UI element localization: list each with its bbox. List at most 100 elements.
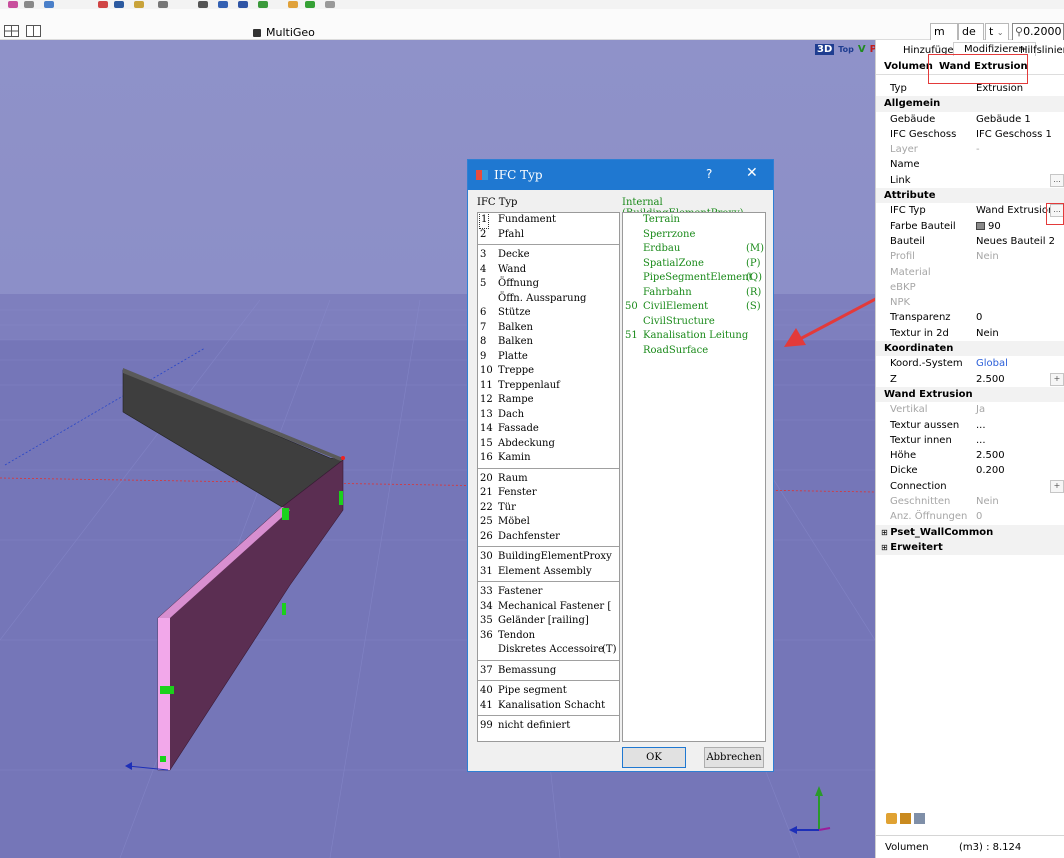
property-value[interactable]: Gebäude 1 [976, 112, 1031, 127]
property-value[interactable]: Nein [976, 249, 999, 264]
tool-icon[interactable] [114, 1, 124, 8]
property-row[interactable]: Textur innen... [876, 433, 1064, 448]
ifc-type-item[interactable]: Öffn. Aussparung [478, 292, 619, 307]
ifc-type-item[interactable]: 40 Pipe segment [478, 684, 619, 699]
ifc-type-item[interactable]: 5 Öffnung [478, 277, 619, 292]
language-dropdown[interactable]: de ⌄ [958, 23, 984, 50]
ifc-type-item[interactable]: 6 Stütze [478, 306, 619, 321]
ifc-type-item[interactable]: 31 Element Assembly [478, 565, 619, 580]
precision-field[interactable]: ⚲0.2000 [1012, 23, 1064, 41]
tool-icon[interactable] [305, 1, 315, 8]
property-row[interactable]: Farbe Bauteil 90 [876, 219, 1064, 234]
ifc-type-item[interactable]: 4 Wand [478, 263, 619, 278]
internal-type-item[interactable]: 51 Kanalisation Leitung [623, 329, 765, 344]
grip-handle[interactable] [339, 491, 343, 505]
property-row[interactable]: NPK [876, 295, 1064, 310]
property-value[interactable]: - [976, 142, 980, 157]
property-value[interactable]: 90 [976, 219, 1001, 234]
ifc-type-item[interactable]: 22 Tür [478, 501, 619, 516]
property-value[interactable]: 0 [976, 509, 982, 524]
ifc-type-item[interactable]: 35 Geländer [railing] [478, 614, 619, 629]
unit-dropdown[interactable]: m ⌄ [930, 23, 958, 50]
property-value[interactable]: 0 [976, 310, 982, 325]
help-button[interactable]: ? [706, 167, 712, 181]
tool-icon[interactable] [218, 1, 228, 8]
ifc-type-item[interactable]: 11 Treppenlauf [478, 379, 619, 394]
property-value[interactable]: ... [976, 433, 986, 448]
ifc-type-item[interactable]: 3 Decke [478, 248, 619, 263]
expand-plus-icon[interactable]: ⊞ [881, 543, 890, 552]
property-row[interactable]: IFC Typ Wand Extrusion... [876, 203, 1064, 218]
property-row[interactable]: Höhe 2.500 [876, 448, 1064, 463]
grip-handle[interactable] [282, 508, 289, 520]
property-group-collapsed[interactable]: ⊞ Erweitert [876, 539, 1064, 556]
property-row[interactable]: Bauteil Neues Bauteil 2 [876, 234, 1064, 249]
property-row[interactable]: Connection + [876, 479, 1064, 494]
ifc-type-item[interactable]: 12 Rampe [478, 393, 619, 408]
ifc-type-item[interactable]: 15 Abdeckung [478, 437, 619, 452]
internal-type-item[interactable]: Terrain [623, 213, 765, 228]
property-value[interactable]: Ja [976, 402, 985, 417]
view-3d-button[interactable]: 3D [815, 44, 835, 55]
tool-icon[interactable] [8, 1, 18, 8]
property-row[interactable]: Textur in 2d Nein [876, 326, 1064, 341]
ifc-type-item[interactable]: 10 Treppe [478, 364, 619, 379]
property-row[interactable]: Gebäude Gebäude 1 [876, 112, 1064, 127]
corner-point[interactable] [341, 456, 345, 460]
property-edit-button[interactable]: + [1050, 479, 1064, 493]
property-row[interactable]: Transparenz 0 [876, 310, 1064, 325]
subtab-volumen[interactable]: Volumen [884, 61, 933, 72]
tool-icon[interactable] [288, 1, 298, 8]
ifc-type-item[interactable]: 1 Fundament [478, 213, 619, 229]
property-value[interactable]: Nein [976, 326, 999, 341]
property-row[interactable]: Vertikal Ja [876, 402, 1064, 417]
property-row[interactable]: Link... [876, 173, 1064, 188]
internal-type-item[interactable]: SpatialZone (P) [623, 257, 765, 272]
ifc-type-item[interactable]: 16 Kamin [478, 451, 619, 466]
internal-type-list[interactable]: Terrain Sperrzone Erdbau (M) SpatialZone (P) P… [622, 212, 766, 742]
internal-type-item[interactable]: PipeSegmentElement (Q) [623, 271, 765, 286]
tool-icon[interactable] [98, 1, 108, 8]
ifc-type-list[interactable]: 1 Fundament 2 Pfahl 3 Decke 4 Wand 5 Öffnung Öffn.… [477, 212, 620, 742]
tool-icon[interactable] [158, 1, 168, 8]
property-row[interactable]: Name [876, 157, 1064, 172]
property-row[interactable]: Koord.-System Global [876, 356, 1064, 371]
internal-type-item[interactable]: CivilStructure [623, 315, 765, 330]
tool-icon[interactable] [238, 1, 248, 8]
tool-icon[interactable] [44, 1, 54, 8]
property-value[interactable]: 2.500 [976, 372, 1005, 387]
tool-icon[interactable] [24, 1, 34, 8]
ifc-type-item[interactable]: 36 Tendon [478, 629, 619, 644]
view-v-button[interactable]: V [858, 44, 866, 55]
internal-type-item[interactable]: Fahrbahn (R) [623, 286, 765, 301]
tool-icon[interactable] [198, 1, 208, 8]
ifc-type-item[interactable]: 13 Dach [478, 408, 619, 423]
view-top-button[interactable]: Top [838, 45, 854, 54]
weight-dropdown[interactable]: t ⌄ [985, 23, 1009, 41]
ifc-type-item[interactable]: 25 Möbel [478, 515, 619, 530]
ifc-type-item[interactable]: 2 Pfahl [478, 228, 619, 243]
ifc-type-item[interactable]: 21 Fenster [478, 486, 619, 501]
internal-type-item[interactable]: 50 CivilElement (S) [623, 300, 765, 315]
property-value[interactable]: IFC Geschoss 1 [976, 127, 1052, 142]
component-icon[interactable] [914, 813, 925, 824]
tool-pencil-icon[interactable] [886, 813, 897, 824]
grid-view-icon[interactable] [4, 25, 19, 37]
grip-handle[interactable] [160, 686, 174, 694]
property-row[interactable]: Z 2.500 + [876, 372, 1064, 387]
tool-icon[interactable] [134, 1, 144, 8]
property-group-collapsed[interactable]: ⊞ Pset_WallCommon [876, 524, 1064, 540]
ifc-type-item[interactable]: 14 Fassade [478, 422, 619, 437]
property-value[interactable]: Global [976, 356, 1008, 371]
property-row[interactable]: Geschnitten Nein [876, 494, 1064, 509]
ifc-type-item[interactable]: 37 Bemassung [478, 664, 619, 679]
cancel-button[interactable]: Abbrechen [704, 747, 764, 768]
split-view-icon[interactable] [26, 25, 41, 37]
ifc-type-item[interactable]: 20 Raum [478, 472, 619, 487]
property-row[interactable]: Anz. Öffnungen 0 [876, 509, 1064, 524]
property-row[interactable]: Textur aussen... [876, 418, 1064, 433]
internal-type-item[interactable]: Erdbau (M) [623, 242, 765, 257]
ifc-type-item[interactable]: 9 Platte [478, 350, 619, 365]
property-row[interactable]: eBKP [876, 280, 1064, 295]
property-value[interactable]: 0.200 [976, 463, 1005, 478]
